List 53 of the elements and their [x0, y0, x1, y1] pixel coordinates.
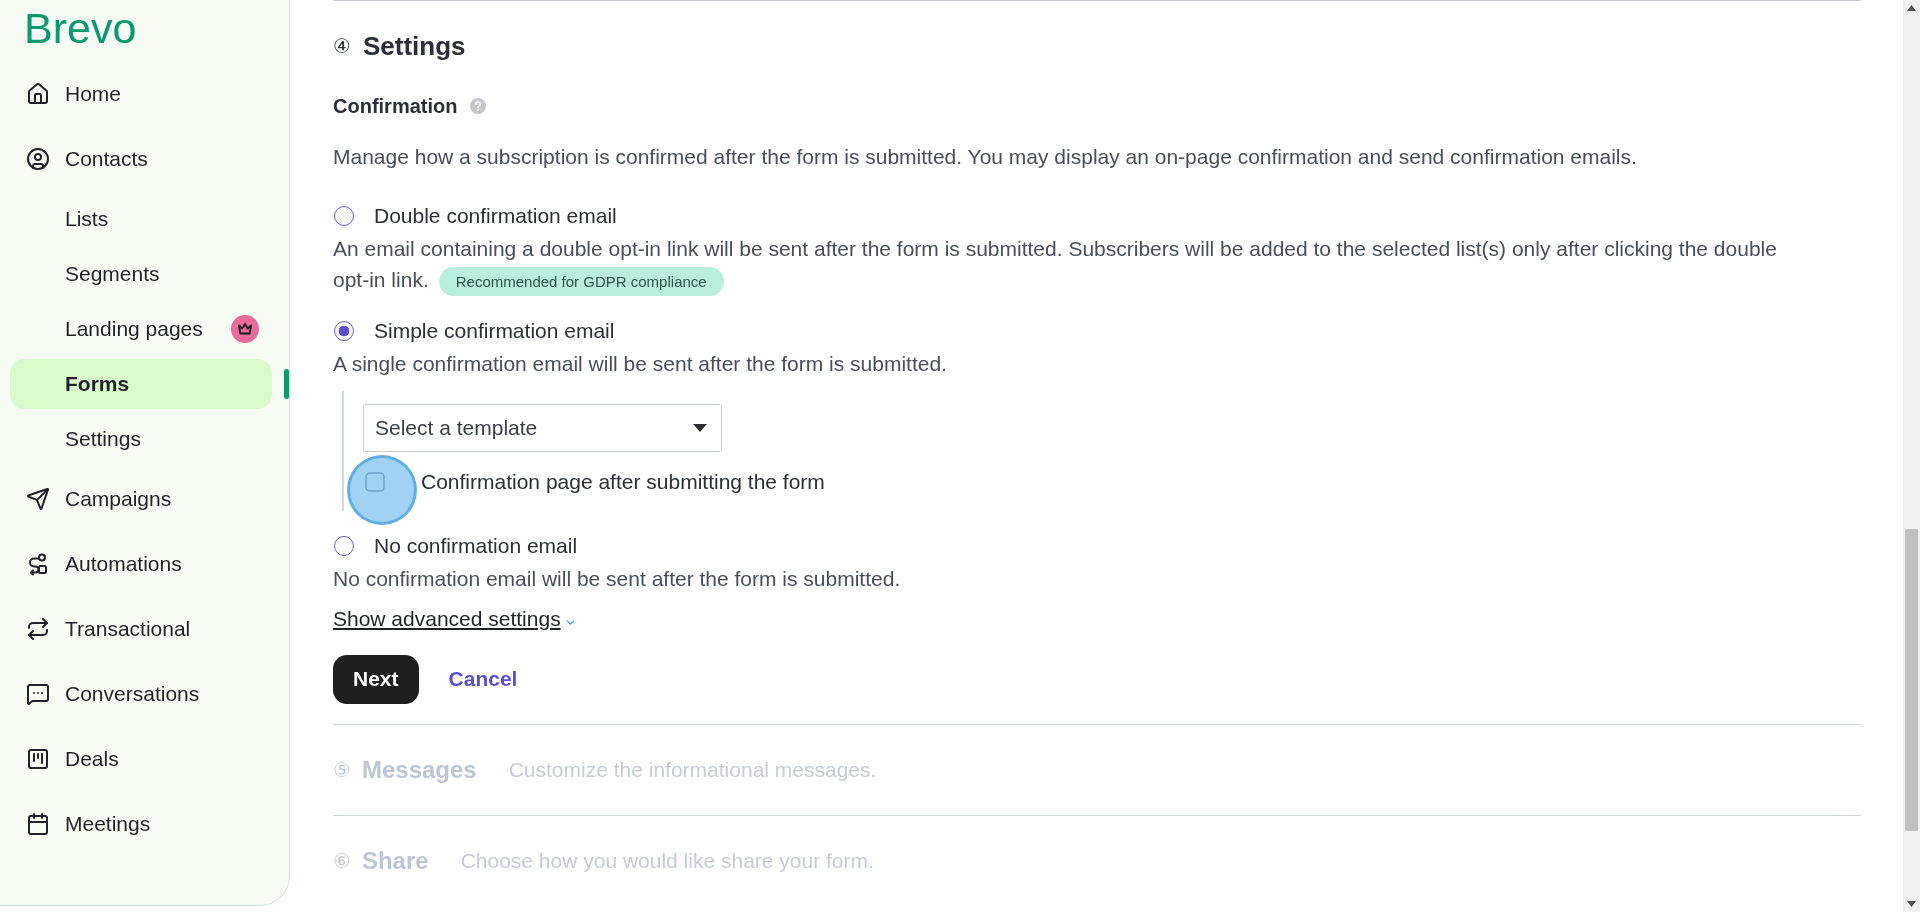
- radio-label[interactable]: Simple confirmation email: [374, 318, 615, 343]
- user-circle-icon: [26, 146, 50, 171]
- step-number: ⑤: [333, 757, 351, 782]
- paper-plane-icon: [26, 486, 50, 511]
- cancel-button[interactable]: Cancel: [448, 667, 518, 692]
- nav-item[interactable]: Deals: [0, 726, 289, 791]
- radio-button[interactable]: [334, 535, 354, 556]
- nav-item[interactable]: Conversations: [0, 661, 289, 726]
- radio-button[interactable]: [334, 320, 354, 341]
- option-description: A single confirmation email will be sent after the form is submitted.: [333, 350, 947, 377]
- workflow-icon: [26, 551, 50, 576]
- crown-icon: [231, 314, 259, 343]
- nav-item[interactable]: Home: [0, 61, 289, 126]
- checkbox-label[interactable]: Confirmation page after submitting the form: [421, 469, 825, 494]
- recommendation-tag: Recommended for GDPR compliance: [438, 266, 724, 296]
- chat-bubble-icon: [26, 681, 50, 706]
- step-number: ⑥: [333, 848, 351, 873]
- section-title: Confirmation: [333, 94, 458, 118]
- arrows-icon: [26, 616, 50, 641]
- step-title: Share: [361, 845, 429, 876]
- scrollbar[interactable]: [1903, 0, 1920, 912]
- advanced-settings-link[interactable]: Show advanced settings: [333, 606, 561, 631]
- nav-item[interactable]: Automations: [0, 531, 289, 596]
- nav-item[interactable]: Transactional: [0, 596, 289, 661]
- next-button[interactable]: Next: [333, 654, 419, 704]
- step-number: ④: [333, 34, 351, 58]
- house-icon: [26, 81, 50, 106]
- radio-label[interactable]: No confirmation email: [374, 533, 578, 558]
- scroll-up-icon[interactable]: [1907, 5, 1916, 11]
- nav-subitem[interactable]: Forms: [10, 358, 273, 409]
- radio-button[interactable]: [334, 206, 354, 226]
- kanban-icon: [26, 746, 50, 771]
- nav-item[interactable]: Campaigns: [0, 466, 289, 531]
- active-indicator: [284, 368, 289, 399]
- step-description: Choose how you would like share your form.: [460, 848, 874, 873]
- calendar-icon: [26, 811, 50, 836]
- option-description: An email containing a double opt-in link will be sent after the form is submitted. Subscribers will be added to the selected list(s) only after clicking the double opt-in link. Recommended for GDPR compliance: [333, 233, 1813, 296]
- caret-down-icon: [693, 423, 707, 432]
- nav-subitem[interactable]: Lists: [10, 193, 275, 244]
- template-select[interactable]: Select a template: [363, 403, 722, 452]
- step-description: Customize the informational messages.: [508, 757, 877, 782]
- step-title: Messages: [361, 754, 477, 785]
- radio-label[interactable]: Double confirmation email: [374, 204, 617, 228]
- option-description: No confirmation email will be sent after the form is submitted.: [333, 565, 901, 592]
- nav-item[interactable]: Contacts: [0, 126, 289, 191]
- nav-subitem[interactable]: Segments: [10, 248, 275, 299]
- step-title: Settings: [362, 30, 466, 62]
- nav-item[interactable]: Meetings: [0, 791, 289, 856]
- scrollbar-thumb[interactable]: [1905, 529, 1918, 831]
- nav-subitem[interactable]: Settings: [10, 413, 275, 464]
- section-description: Manage how a subscription is confirmed after the form is submitted. You may display an on-page confirmation and send confirmation emails.: [333, 144, 1637, 170]
- nav-subitem[interactable]: Landing pages: [10, 303, 275, 354]
- scroll-down-icon[interactable]: [1907, 901, 1916, 907]
